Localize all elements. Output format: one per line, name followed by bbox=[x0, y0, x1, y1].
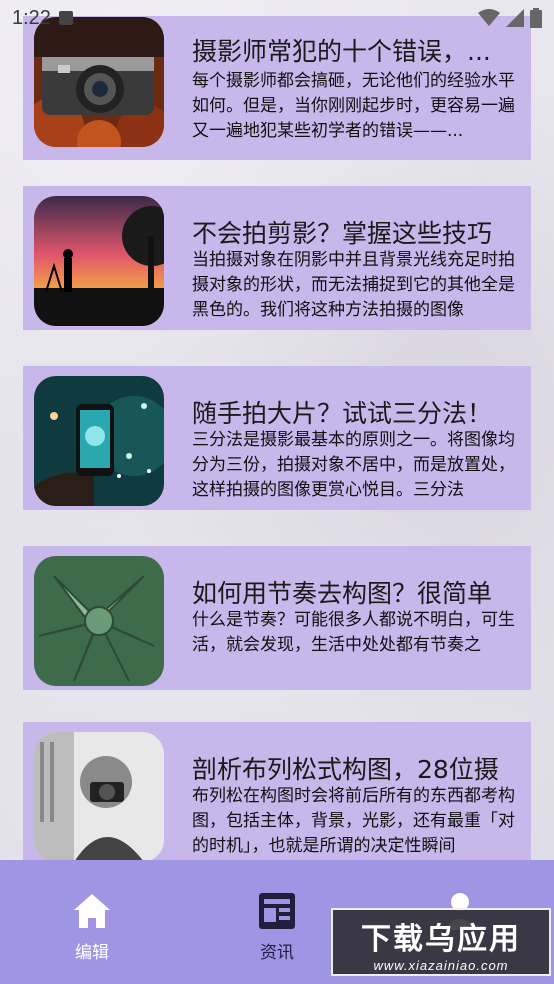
article-thumbnail bbox=[34, 17, 164, 147]
watermark-title: 下载乌应用 bbox=[361, 922, 521, 957]
notification-icon bbox=[58, 11, 73, 25]
watermark-url: www.xiazainiao.com bbox=[373, 958, 509, 973]
article-card[interactable]: 如何用节奏去构图？很简单 什么是节奏？可能很多人都说不明白，可生活，就会发现，生… bbox=[23, 546, 531, 690]
news-icon bbox=[259, 893, 295, 929]
article-thumbnail bbox=[34, 376, 164, 506]
article-thumbnail bbox=[34, 732, 164, 862]
article-card[interactable]: 摄影师常犯的十个错误，... 每个摄影师都会搞砸，无论他们的经验水平如何。但是，… bbox=[23, 16, 531, 160]
article-thumbnail bbox=[34, 556, 164, 686]
article-card[interactable]: 不会拍剪影？掌握这些技巧 当拍摄对象在阴影中并且背景光线充足时拍摄对象的形状，而… bbox=[23, 186, 531, 330]
article-thumbnail bbox=[34, 196, 164, 326]
home-icon bbox=[74, 894, 110, 928]
article-card[interactable]: 随手拍大片？试试三分法！ 三分法是摄影最基本的原则之一。将图像均分为三份，拍摄对… bbox=[23, 366, 531, 510]
status-time: 1:22 bbox=[12, 6, 51, 29]
article-summary: 什么是节奏？可能很多人都说不明白，可生活，就会发现，生活中处处都有节奏之 bbox=[192, 610, 515, 655]
nav-label: 资讯 bbox=[260, 943, 294, 963]
article-title: 不会拍剪影？掌握这些技巧 bbox=[192, 219, 493, 248]
nav-item-news[interactable]: 资讯 bbox=[237, 892, 317, 963]
article-title: 随手拍大片？试试三分法！ bbox=[192, 399, 493, 428]
article-title: 摄影师常犯的十个错误，... bbox=[192, 37, 491, 66]
article-summary: 当拍摄对象在阴影中并且背景光线充足时拍摄对象的形状，而无法捕捉到它的其他全是黑色… bbox=[192, 250, 515, 320]
article-summary: 布列松在构图时会将前后所有的东西都考构图，包括主体，背景，光影，还有最重「对的时… bbox=[192, 786, 515, 856]
article-card[interactable]: 剖析布列松式构图，28位摄 布列松在构图时会将前后所有的东西都考构图，包括主体，… bbox=[23, 722, 531, 866]
watermark: 下载乌应用 www.xiazainiao.com bbox=[331, 908, 551, 976]
battery-icon bbox=[530, 8, 542, 28]
nav-item-edit[interactable]: 编辑 bbox=[52, 892, 132, 963]
article-summary: 三分法是摄影最基本的原则之一。将图像均分为三份，拍摄对象不居中，而是放置处，这样… bbox=[192, 430, 515, 500]
article-summary: 每个摄影师都会搞砸，无论他们的经验水平如何。但是，当你刚刚起步时，更容易一遍又一… bbox=[192, 71, 515, 141]
nav-label: 编辑 bbox=[75, 943, 109, 963]
signal-icon bbox=[506, 9, 524, 27]
article-title: 如何用节奏去构图？很简单 bbox=[192, 579, 493, 608]
status-bar: 1:22 bbox=[0, 0, 554, 36]
wifi-icon bbox=[478, 9, 500, 26]
article-title: 剖析布列松式构图，28位摄 bbox=[192, 755, 499, 784]
